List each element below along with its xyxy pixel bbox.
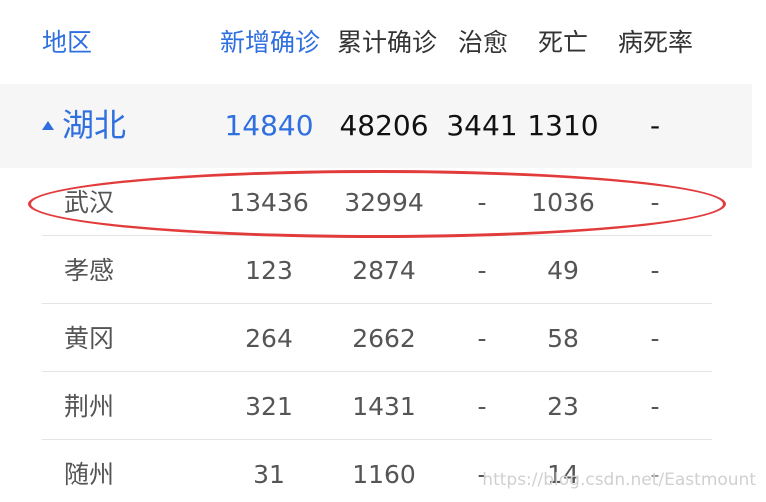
header-new-confirmed[interactable]: 新增确诊 xyxy=(220,30,320,55)
city-name: 黄冈 xyxy=(64,324,115,353)
row-divider xyxy=(42,303,712,304)
city-total-confirmed: 2662 xyxy=(352,324,416,353)
row-divider xyxy=(42,371,712,372)
city-deaths: 23 xyxy=(547,392,579,421)
city-total-confirmed: 2874 xyxy=(352,256,416,285)
province-total-confirmed: 48206 xyxy=(339,109,429,142)
city-new-confirmed: 123 xyxy=(245,256,293,285)
province-name[interactable]: 湖北 xyxy=(62,109,126,141)
province-new-confirmed: 14840 xyxy=(224,109,314,142)
city-fatality-rate: - xyxy=(650,324,660,353)
header-total-confirmed[interactable]: 累计确诊 xyxy=(337,30,437,55)
city-name: 荆州 xyxy=(64,392,115,421)
city-total-confirmed: 1160 xyxy=(352,460,416,489)
header-fatality-rate[interactable]: 病死率 xyxy=(618,30,693,55)
header-cured[interactable]: 治愈 xyxy=(458,30,508,55)
watermark: https://blog.csdn.net/Eastmount xyxy=(482,470,756,490)
city-cured: - xyxy=(477,256,487,285)
city-name: 孝感 xyxy=(64,256,115,285)
header-deaths[interactable]: 死亡 xyxy=(538,30,588,55)
city-new-confirmed: 31 xyxy=(253,460,285,489)
city-deaths: 58 xyxy=(547,324,579,353)
city-cured: - xyxy=(477,392,487,421)
highlight-ellipse xyxy=(28,170,726,238)
province-deaths: 1310 xyxy=(527,109,599,142)
epidemic-table: 地区 新增确诊 累计确诊 治愈 死亡 病死率 湖北 14840 48206 34… xyxy=(0,0,766,502)
city-fatality-rate: - xyxy=(650,392,660,421)
province-cured: 3441 xyxy=(446,109,518,142)
city-new-confirmed: 264 xyxy=(245,324,293,353)
city-deaths: 49 xyxy=(547,256,579,285)
header-region[interactable]: 地区 xyxy=(42,30,92,55)
city-cured: - xyxy=(477,324,487,353)
city-total-confirmed: 1431 xyxy=(352,392,416,421)
province-fatality-rate: - xyxy=(649,109,661,142)
row-divider xyxy=(42,439,712,440)
city-fatality-rate: - xyxy=(650,256,660,285)
city-new-confirmed: 321 xyxy=(245,392,293,421)
collapse-triangle-icon[interactable] xyxy=(42,121,54,130)
city-name: 随州 xyxy=(64,460,115,489)
